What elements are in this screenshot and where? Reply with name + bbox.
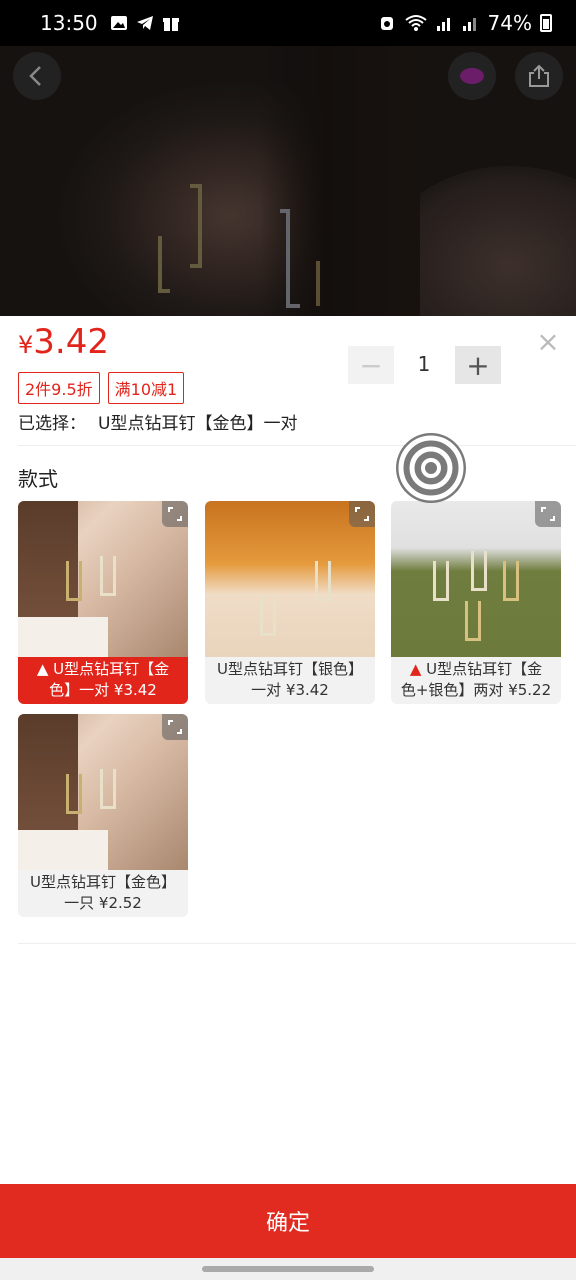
target-icon[interactable] bbox=[396, 433, 466, 503]
option-card-silver-pair[interactable]: U型点钻耳钉【银色】 一对 ¥3.42 bbox=[205, 501, 375, 704]
favorite-icon bbox=[460, 68, 484, 84]
chevron-left-icon bbox=[29, 66, 41, 86]
share-icon bbox=[529, 64, 549, 87]
confirm-button[interactable]: 确定 bbox=[0, 1184, 576, 1258]
option-label-line1: U型点钻耳钉【金 bbox=[53, 660, 170, 678]
promo-tag: 满10减1 bbox=[107, 372, 185, 404]
battery-percent: 74% bbox=[487, 11, 532, 35]
divider bbox=[18, 445, 576, 446]
status-bar: 13:50 74% bbox=[0, 0, 576, 46]
price: ¥3.42 bbox=[18, 322, 109, 362]
option-label-line1: U型点钻耳钉【金 bbox=[426, 660, 543, 678]
option-card-gold-pair[interactable]: ▲ U型点钻耳钉【金 色】一对 ¥3.42 bbox=[18, 501, 188, 704]
option-card-gold-silver-two-pairs[interactable]: ▲ U型点钻耳钉【金 色+银色】两对 ¥5.22 bbox=[391, 501, 561, 704]
close-button[interactable]: × bbox=[534, 328, 562, 356]
option-card-gold-single[interactable]: U型点钻耳钉【金色】 一只 ¥2.52 bbox=[18, 714, 188, 917]
option-label-line2: 色+银色】两对 ¥5.22 bbox=[400, 681, 552, 699]
promo-tag: 2件9.5折 bbox=[18, 372, 100, 404]
option-label: U型点钻耳钉【金色】 一只 ¥2.52 bbox=[18, 870, 188, 917]
price-symbol: ¥ bbox=[18, 331, 34, 359]
option-label: ▲ U型点钻耳钉【金 色+银色】两对 ¥5.22 bbox=[391, 657, 561, 704]
option-label-line1: U型点钻耳钉【金色】 bbox=[30, 873, 176, 891]
selected-variant: 已选择： U型点钻耳钉【金色】一对 bbox=[18, 409, 297, 434]
minus-icon: − bbox=[359, 348, 383, 382]
battery-icon bbox=[540, 14, 552, 32]
price-value: 3.42 bbox=[33, 322, 109, 362]
promo-tags: 2件9.5折 满10减1 bbox=[18, 372, 185, 404]
section-title: 款式 bbox=[18, 467, 58, 491]
expand-icon[interactable] bbox=[535, 501, 561, 527]
back-button[interactable] bbox=[13, 52, 61, 100]
expand-icon[interactable] bbox=[349, 501, 375, 527]
plus-icon: + bbox=[466, 348, 490, 382]
signal-icon bbox=[436, 18, 450, 31]
favorite-button[interactable] bbox=[448, 52, 496, 100]
home-gesture-bar[interactable] bbox=[202, 1266, 374, 1272]
option-image bbox=[18, 714, 188, 870]
gallery-icon bbox=[110, 16, 127, 30]
option-image bbox=[205, 501, 375, 657]
option-label: ▲ U型点钻耳钉【金 色】一对 ¥3.42 bbox=[18, 657, 188, 704]
telegram-icon bbox=[136, 16, 153, 30]
gift-icon bbox=[162, 18, 179, 31]
selected-label: 已选择： bbox=[18, 414, 86, 434]
option-label-line2: 一只 ¥2.52 bbox=[64, 894, 142, 912]
quantity-increase-button[interactable]: + bbox=[455, 346, 501, 384]
option-label-line2: 一对 ¥3.42 bbox=[251, 681, 329, 699]
status-icons-left bbox=[110, 14, 180, 32]
share-button[interactable] bbox=[515, 52, 563, 100]
quantity-value: 1 bbox=[417, 352, 431, 376]
status-right: 74% bbox=[378, 11, 552, 35]
expand-icon[interactable] bbox=[162, 714, 188, 740]
quantity-decrease-button[interactable]: − bbox=[348, 346, 394, 384]
expand-icon[interactable] bbox=[162, 501, 188, 527]
hot-icon: ▲ bbox=[36, 660, 49, 678]
option-image bbox=[391, 501, 561, 657]
confirm-label: 确定 bbox=[265, 1211, 310, 1236]
option-label-line1: U型点钻耳钉【银色】 bbox=[217, 660, 363, 678]
alarm-icon bbox=[380, 17, 393, 30]
option-label: U型点钻耳钉【银色】 一对 ¥3.42 bbox=[205, 657, 375, 704]
status-time: 13:50 bbox=[40, 11, 98, 35]
selected-value: U型点钻耳钉【金色】一对 bbox=[98, 414, 298, 434]
signal-icon-2 bbox=[462, 18, 476, 31]
option-image bbox=[18, 501, 188, 657]
close-icon: × bbox=[536, 325, 560, 358]
hot-icon: ▲ bbox=[409, 660, 422, 678]
option-label-line2: 色】一对 ¥3.42 bbox=[49, 681, 157, 699]
divider bbox=[18, 943, 576, 944]
wifi-icon bbox=[404, 15, 427, 31]
